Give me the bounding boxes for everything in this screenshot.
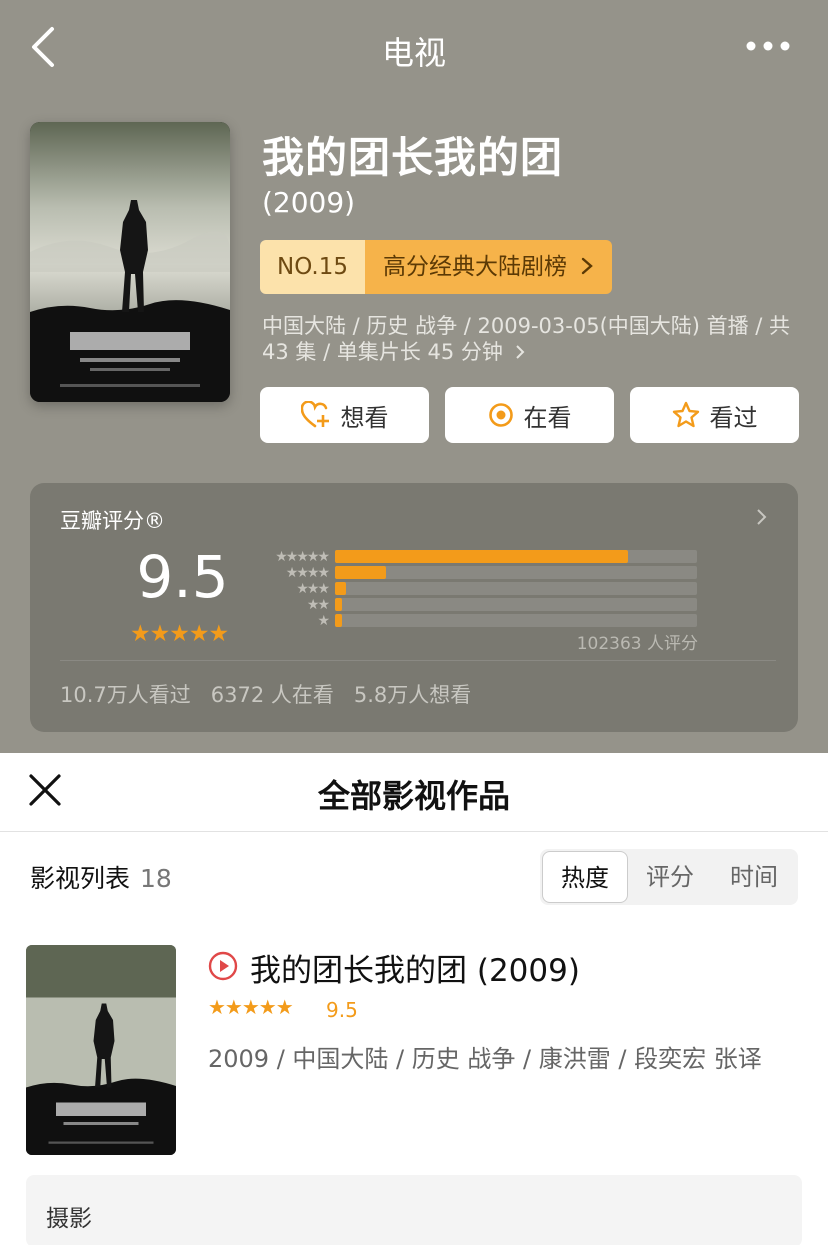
heart-plus-icon <box>300 401 329 428</box>
item-title: 我的团长我的团 (2009) <box>250 953 580 989</box>
poster-image[interactable] <box>30 122 230 402</box>
sort-option-popularity[interactable]: 热度 <box>542 851 628 903</box>
watch-stats: 10.7万人看过 6372 人在看 5.8万人想看 <box>60 679 471 709</box>
rating-card[interactable]: 豆瓣评分® 9.5 ★★★★★ ★★★★★ ★★★★ ★★★ ★★ ★ 1023… <box>30 483 798 732</box>
sort-option-time[interactable]: 时间 <box>712 851 796 903</box>
chevron-right-icon <box>756 507 768 527</box>
rating-stars: ★★★★★ <box>130 621 229 647</box>
watched-button[interactable]: 看过 <box>630 387 799 443</box>
list-count: 18 <box>140 864 172 893</box>
dist-stars-2: ★★ <box>306 597 330 613</box>
role-section: 摄影 <box>26 1175 802 1245</box>
dist-bar-4 <box>335 566 697 579</box>
nav-bar: 电视 <box>0 0 828 94</box>
role-label: 摄影 <box>46 1206 92 1232</box>
rank-badge[interactable]: NO.15 高分经典大陆剧榜 <box>260 240 613 294</box>
dist-fill <box>335 550 629 563</box>
divider <box>60 660 776 661</box>
play-icon[interactable] <box>208 951 238 981</box>
dist-bar-5 <box>335 550 697 563</box>
sheet-header: 全部影视作品 <box>0 753 828 832</box>
dist-fill <box>335 614 343 627</box>
subject-title: 我的团长我的团 <box>262 133 564 182</box>
item-meta: 2009 / 中国大陆 / 历史 战争 / 康洪雷 / 段奕宏 张译 <box>208 1045 762 1073</box>
dist-stars-5: ★★★★★ <box>275 549 330 565</box>
watched-count: 10.7万人看过 <box>60 683 191 707</box>
distribution-star-labels: ★★★★★ ★★★★ ★★★ ★★ ★ <box>250 549 330 629</box>
chevron-right-icon <box>515 345 525 359</box>
action-buttons: 想看 在看 看过 <box>260 387 799 443</box>
works-sheet: 全部影视作品 影视列表 18 热度 评分 时间 我的团长我的团 (2009) ★★… <box>0 753 828 1245</box>
want-label: 想看 <box>340 403 389 432</box>
item-poster-image <box>26 945 176 1155</box>
subject-year: (2009) <box>262 186 356 219</box>
more-icon[interactable] <box>746 38 790 54</box>
list-item[interactable]: 我的团长我的团 (2009) ★★★★★ 9.5 2009 / 中国大陆 / 历… <box>26 945 802 1157</box>
rank-list-label: 高分经典大陆剧榜 <box>382 254 567 280</box>
dist-bar-1 <box>335 614 697 627</box>
list-header: 影视列表 18 <box>30 859 172 895</box>
vote-count: 102363 人评分 <box>576 634 698 654</box>
watching-count: 6372 人在看 <box>210 683 334 707</box>
circle-dot-icon <box>488 403 513 427</box>
want-count: 5.8万人想看 <box>353 683 472 707</box>
dist-bar-2 <box>335 598 697 611</box>
dist-fill <box>335 582 346 595</box>
dist-stars-3: ★★★ <box>296 581 330 597</box>
rank-number: NO.15 <box>260 240 365 294</box>
sort-option-rating[interactable]: 评分 <box>628 851 712 903</box>
list-label: 影视列表 <box>30 864 131 893</box>
rating-distribution <box>335 550 697 630</box>
item-stars: ★★★★★ <box>208 995 294 1019</box>
dist-stars-1: ★ <box>317 613 330 629</box>
star-outline-icon <box>672 401 699 428</box>
watched-label: 看过 <box>709 403 758 432</box>
chevron-right-icon <box>582 257 594 275</box>
dist-stars-4: ★★★★ <box>285 565 330 581</box>
rating-source-label: 豆瓣评分® <box>60 509 165 533</box>
subject-meta[interactable]: 中国大陆 / 历史 战争 / 2009-03-05(中国大陆) 首播 / 共 4… <box>262 313 802 365</box>
sheet-title: 全部影视作品 <box>317 777 510 815</box>
dist-fill <box>335 566 386 579</box>
rank-list-name: 高分经典大陆剧榜 <box>364 240 613 294</box>
watching-button[interactable]: 在看 <box>445 387 614 443</box>
watching-label: 在看 <box>523 403 572 432</box>
dist-fill <box>335 598 343 611</box>
want-button[interactable]: 想看 <box>260 387 429 443</box>
subject-meta-text: 中国大陆 / 历史 战争 / 2009-03-05(中国大陆) 首播 / 共 4… <box>262 314 791 364</box>
nav-title: 电视 <box>381 34 446 72</box>
dist-bar-3 <box>335 582 697 595</box>
item-score: 9.5 <box>326 998 358 1022</box>
subject-header: 电视 我的团长我的团 (2009) NO.15 高分经典大陆剧榜 中国大陆 / … <box>0 0 828 753</box>
sort-segmented-control: 热度 评分 时间 <box>540 849 798 905</box>
